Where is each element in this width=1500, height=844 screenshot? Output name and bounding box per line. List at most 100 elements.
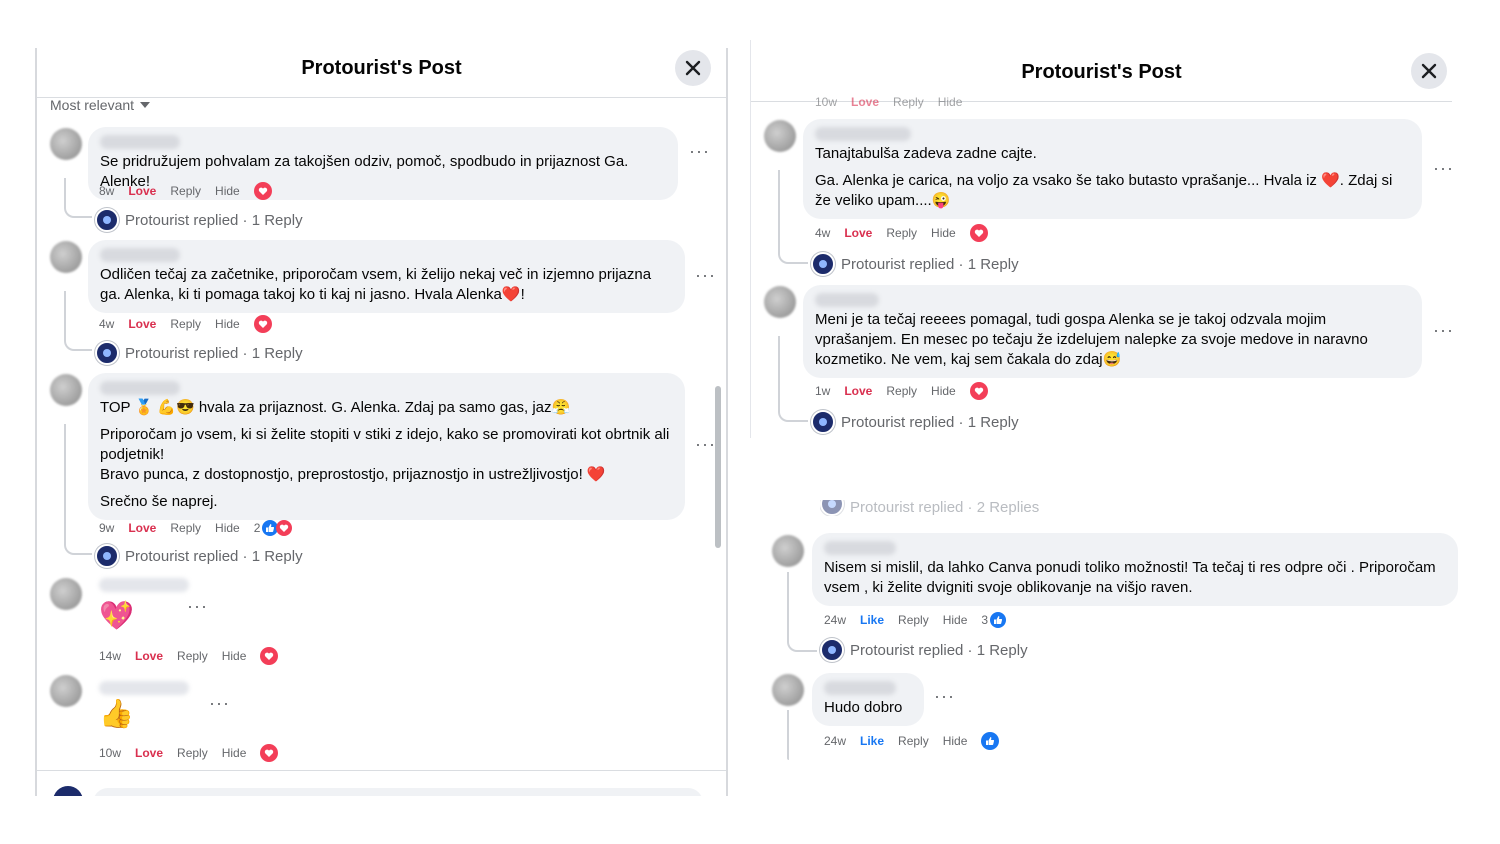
like-button[interactable]: Like: [860, 613, 884, 627]
sort-dropdown[interactable]: Most relevant: [50, 97, 151, 113]
heart-reaction-icon[interactable]: [260, 647, 279, 665]
comment-bubble: Tanajtabulša zadeva zadne cajte. Ga. Ale…: [803, 119, 1422, 219]
more-options-icon[interactable]: ···: [695, 265, 716, 286]
comment-author[interactable]: [815, 127, 911, 141]
close-icon: [1421, 63, 1437, 79]
close-button[interactable]: [675, 50, 711, 86]
thread-line: [787, 572, 817, 652]
more-options-icon[interactable]: ···: [187, 596, 208, 617]
comment-author[interactable]: [100, 248, 180, 262]
hide-button[interactable]: Hide: [215, 184, 240, 198]
replied-label: Protourist replied · 1 Reply: [125, 211, 303, 229]
view-replies-link[interactable]: Protourist replied · 1 Reply: [95, 544, 303, 568]
more-options-icon[interactable]: ···: [689, 141, 710, 162]
hide-button[interactable]: Hide: [943, 613, 968, 627]
comment-author[interactable]: [99, 578, 189, 592]
close-button[interactable]: [1411, 53, 1447, 89]
comment-time[interactable]: 4w: [99, 317, 114, 331]
hide-button[interactable]: Hide: [931, 384, 956, 398]
view-replies-link[interactable]: Protourist replied · 1 Reply: [820, 638, 1028, 662]
love-button[interactable]: Love: [844, 226, 872, 240]
reply-button[interactable]: Reply: [177, 649, 208, 663]
comment-time[interactable]: 8w: [99, 184, 114, 198]
love-button[interactable]: Love: [128, 521, 156, 535]
hide-button[interactable]: Hide: [215, 521, 240, 535]
heart-reaction-icon[interactable]: [969, 224, 988, 242]
view-replies-link[interactable]: Protourist replied · 1 Reply: [95, 208, 303, 232]
like-button[interactable]: Like: [860, 734, 884, 748]
comment-time[interactable]: 1w: [815, 384, 830, 398]
love-button[interactable]: Love: [851, 95, 879, 109]
more-options-icon[interactable]: ···: [209, 693, 230, 714]
comment-author[interactable]: [815, 293, 879, 307]
avatar[interactable]: [50, 128, 82, 160]
love-button[interactable]: Love: [128, 317, 156, 331]
heart-reaction-icon[interactable]: [969, 382, 988, 400]
reply-button[interactable]: Reply: [893, 95, 924, 109]
comment-time[interactable]: 4w: [815, 226, 830, 240]
more-options-icon[interactable]: ···: [1433, 158, 1452, 179]
avatar[interactable]: [50, 241, 82, 273]
comment-time[interactable]: 24w: [824, 613, 846, 627]
love-button[interactable]: Love: [128, 184, 156, 198]
close-icon: [685, 60, 701, 76]
comment-text-line: Srečno še naprej.: [100, 493, 218, 510]
heart-reaction-icon[interactable]: [260, 744, 279, 762]
reply-button[interactable]: Reply: [177, 746, 208, 760]
comment-text-line: Priporočam jo vsem, ki si želite stopiti…: [100, 426, 670, 463]
reply-button[interactable]: Reply: [170, 521, 201, 535]
comment-input[interactable]: [93, 788, 703, 796]
hide-button[interactable]: Hide: [938, 95, 963, 109]
more-options-icon[interactable]: ···: [1433, 320, 1452, 341]
reply-button[interactable]: Reply: [886, 226, 917, 240]
comment-time[interactable]: 24w: [824, 734, 846, 748]
avatar[interactable]: [764, 120, 796, 152]
hide-button[interactable]: Hide: [215, 317, 240, 331]
love-button[interactable]: Love: [135, 649, 163, 663]
reply-button[interactable]: Reply: [170, 317, 201, 331]
love-button[interactable]: Love: [135, 746, 163, 760]
avatar[interactable]: [764, 286, 796, 318]
scrollbar[interactable]: [715, 386, 721, 548]
hide-button[interactable]: Hide: [222, 649, 247, 663]
avatar[interactable]: [50, 578, 82, 610]
comment-time[interactable]: 14w: [99, 649, 121, 663]
comment-author[interactable]: [824, 681, 896, 695]
avatar[interactable]: [50, 675, 82, 707]
comment-time[interactable]: 10w: [815, 95, 837, 109]
view-replies-link-partial[interactable]: Protourist replied · 2 Replies: [820, 500, 1039, 516]
avatar[interactable]: [50, 374, 82, 406]
comment-author[interactable]: [100, 381, 180, 395]
more-options-icon[interactable]: ···: [934, 686, 955, 707]
reaction-summary[interactable]: 2: [254, 520, 293, 536]
reply-button[interactable]: Reply: [170, 184, 201, 198]
heart-reaction-icon[interactable]: [253, 182, 272, 200]
reply-button[interactable]: Reply: [886, 384, 917, 398]
page-avatar: [95, 544, 119, 568]
view-replies-link[interactable]: Protourist replied · 1 Reply: [95, 341, 303, 365]
comment-time[interactable]: 9w: [99, 521, 114, 535]
view-replies-link[interactable]: Protourist replied · 1 Reply: [811, 252, 1019, 276]
like-reaction-icon[interactable]: [981, 732, 1000, 750]
comment-author[interactable]: [100, 135, 180, 149]
view-replies-link[interactable]: Protourist replied · 1 Reply: [811, 410, 1019, 434]
comment-actions: 1w Love Reply Hide: [815, 382, 988, 400]
reply-button[interactable]: Reply: [898, 613, 929, 627]
comment-text-line: Bravo punca, z dostopnostjo, preprostost…: [100, 466, 606, 483]
comment-author[interactable]: [824, 541, 896, 555]
replied-label: Protourist replied · 1 Reply: [850, 641, 1028, 659]
comment-actions: 24w Like Reply Hide: [824, 732, 1000, 750]
avatar[interactable]: [772, 535, 804, 567]
more-options-icon[interactable]: ···: [695, 434, 716, 455]
reaction-summary[interactable]: 3: [981, 612, 1007, 628]
comment-time[interactable]: 10w: [99, 746, 121, 760]
comment-actions: 14w Love Reply Hide: [99, 647, 279, 665]
hide-button[interactable]: Hide: [943, 734, 968, 748]
heart-reaction-icon[interactable]: [253, 315, 272, 333]
comment-author[interactable]: [99, 681, 189, 695]
hide-button[interactable]: Hide: [931, 226, 956, 240]
hide-button[interactable]: Hide: [222, 746, 247, 760]
avatar[interactable]: [772, 674, 804, 706]
love-button[interactable]: Love: [844, 384, 872, 398]
reply-button[interactable]: Reply: [898, 734, 929, 748]
